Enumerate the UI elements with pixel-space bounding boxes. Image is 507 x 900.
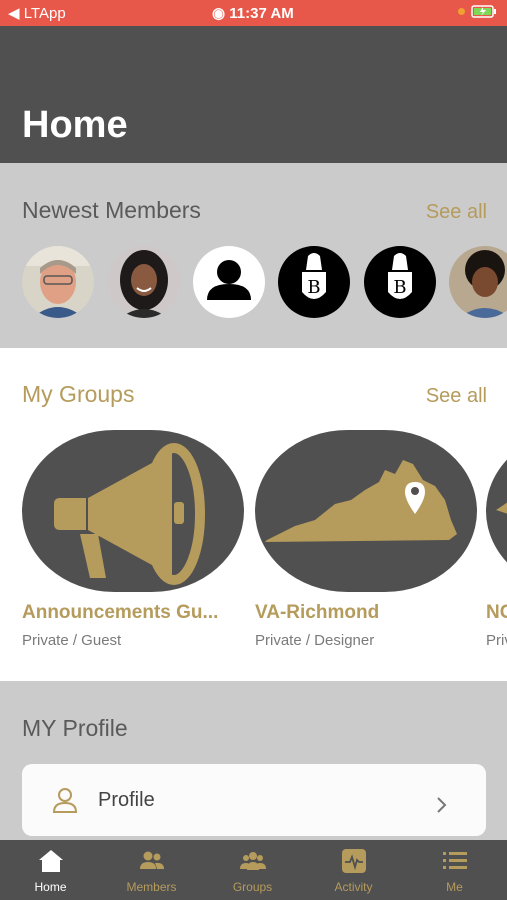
groups-icon xyxy=(240,852,266,870)
menu-icon xyxy=(443,852,467,869)
crest-logo: B xyxy=(302,253,326,299)
crest-logo: B xyxy=(388,253,412,299)
member-avatar[interactable] xyxy=(22,246,94,318)
tab-activity[interactable]: Activity xyxy=(303,840,404,900)
status-icons xyxy=(458,5,497,18)
record-icon: ◉ xyxy=(212,5,230,22)
member-avatar[interactable]: B xyxy=(364,246,436,318)
home-icon xyxy=(39,850,63,872)
svg-text:B: B xyxy=(393,277,406,298)
group-privacy: Priv xyxy=(486,632,507,649)
my-groups-title: My Groups xyxy=(22,381,135,407)
default-user-icon xyxy=(207,260,251,300)
header: Home xyxy=(0,26,507,163)
group-image xyxy=(255,430,477,592)
tab-home[interactable]: Home xyxy=(0,840,101,900)
group-privacy: Private / Guest xyxy=(22,632,122,649)
person-icon xyxy=(52,788,78,813)
profile-section: MY Profile Profile xyxy=(0,681,507,840)
tab-members[interactable]: Members xyxy=(101,840,202,900)
back-to-app-label[interactable]: ◀ LTApp xyxy=(8,4,66,22)
orange-dot-icon xyxy=(458,8,465,15)
member-avatar[interactable] xyxy=(108,246,180,318)
group-card[interactable]: Announcements Gu... Private / Guest xyxy=(22,430,244,649)
newest-members-section: Newest Members See all B B xyxy=(0,163,507,348)
group-image xyxy=(22,430,244,592)
activity-icon xyxy=(342,849,366,873)
status-bar: ◀ LTApp ◉ 11:37 AM xyxy=(0,0,507,26)
profile-section-title: MY Profile xyxy=(22,715,128,741)
members-see-all-link[interactable]: See all xyxy=(426,201,487,224)
tab-groups[interactable]: Groups xyxy=(202,840,303,900)
group-name: NC xyxy=(486,602,507,623)
member-avatar[interactable] xyxy=(193,246,265,318)
group-image xyxy=(486,430,507,592)
status-time: ◉ 11:37 AM xyxy=(212,5,294,22)
member-avatar[interactable]: B xyxy=(278,246,350,318)
members-icon xyxy=(140,851,164,869)
group-name: Announcements Gu... xyxy=(22,602,219,623)
battery-icon xyxy=(471,5,496,18)
virginia-map-icon xyxy=(265,460,457,542)
chevron-right-icon xyxy=(437,797,447,813)
page-title: Home xyxy=(22,104,128,146)
tab-bar: Home Members Groups Activity Me xyxy=(0,840,507,900)
group-card[interactable]: NC Priv xyxy=(486,430,507,649)
groups-see-all-link[interactable]: See all xyxy=(426,385,487,408)
group-name: VA-Richmond xyxy=(255,602,380,623)
profile-row[interactable]: Profile xyxy=(22,764,486,836)
member-avatar[interactable] xyxy=(449,246,507,318)
map-icon xyxy=(496,502,507,514)
my-groups-section: My Groups See all Announcements Gu... Pr… xyxy=(0,348,507,681)
newest-members-title: Newest Members xyxy=(22,197,201,223)
group-privacy: Private / Designer xyxy=(255,632,375,649)
tab-me[interactable]: Me xyxy=(404,840,505,900)
group-card[interactable]: VA-Richmond Private / Designer xyxy=(255,430,477,649)
svg-text:B: B xyxy=(307,277,320,298)
profile-label: Profile xyxy=(98,789,155,811)
megaphone-icon xyxy=(54,443,205,585)
